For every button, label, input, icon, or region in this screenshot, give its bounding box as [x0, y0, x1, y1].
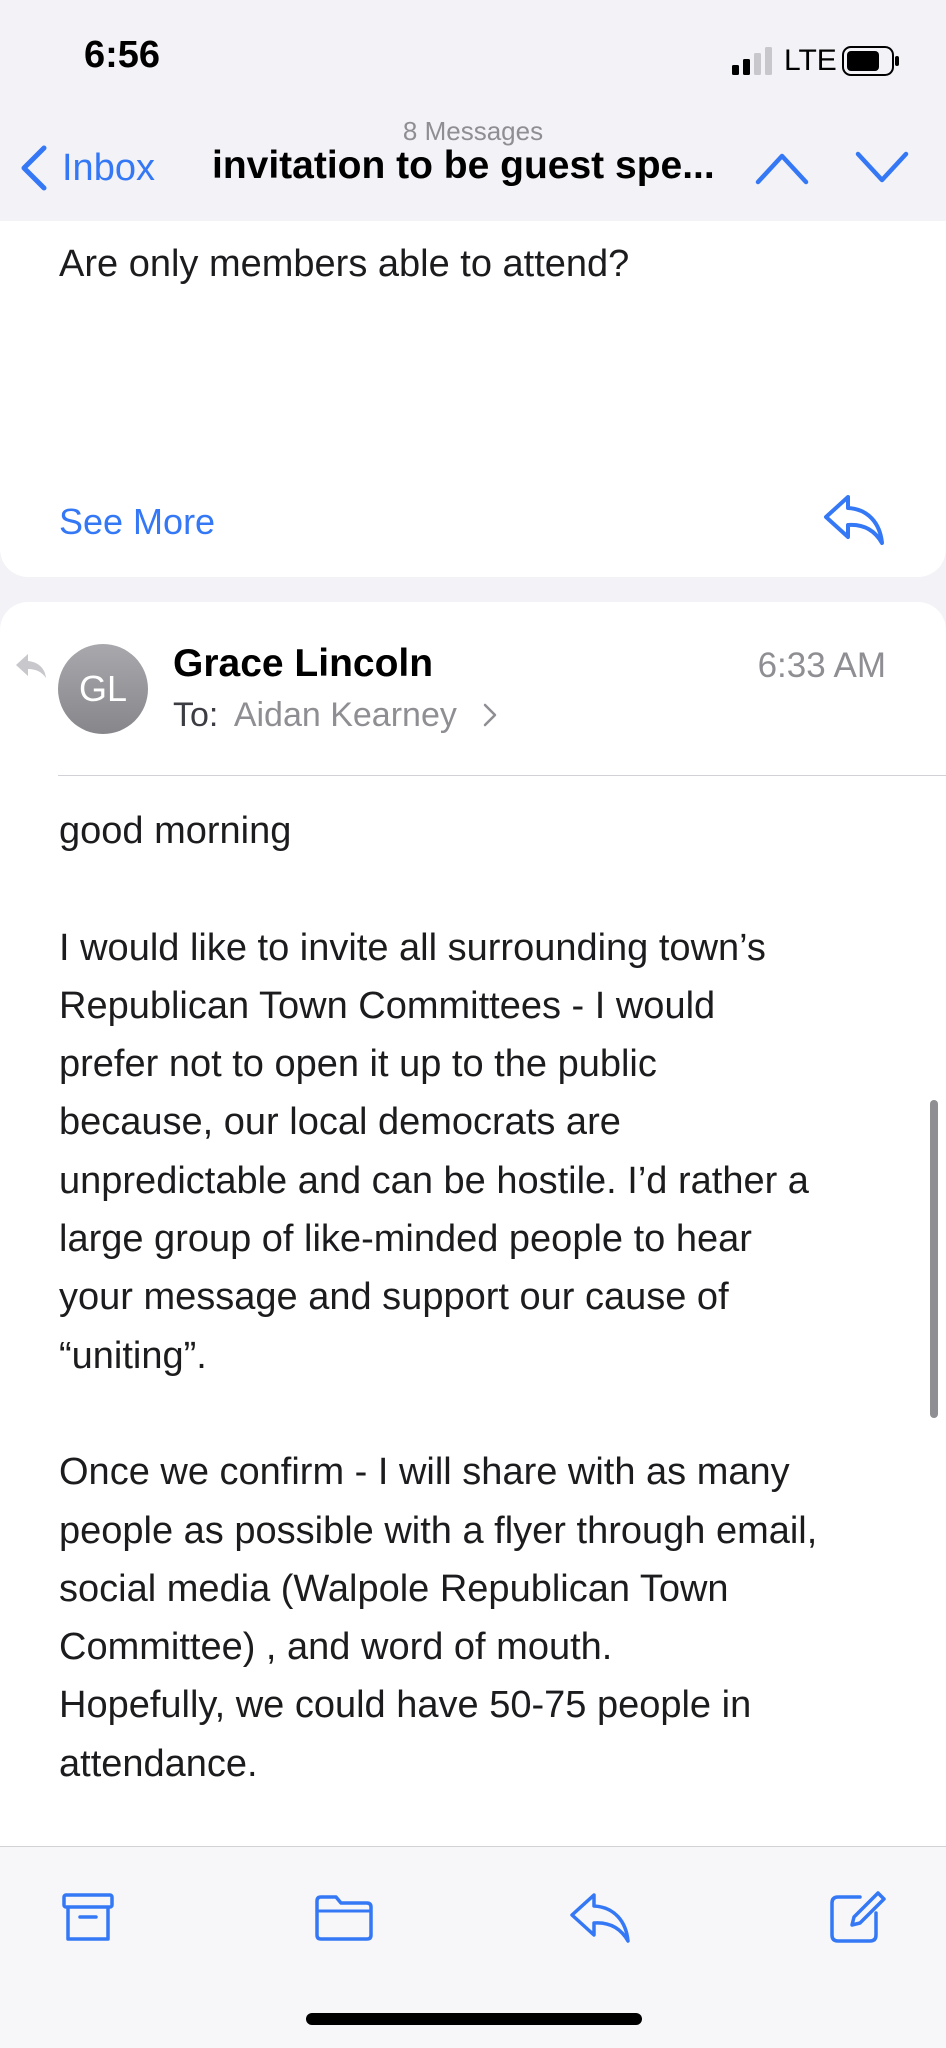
body-blank-line	[59, 860, 909, 918]
message-time: 6:33 AM	[757, 646, 886, 685]
body-line: people as possible with a flyer through …	[59, 1509, 818, 1552]
to-label: To:	[173, 696, 219, 734]
previous-message-text: Are only members able to attend?	[59, 243, 630, 285]
body-line: Hopefully, we could have 50-75 people in	[59, 1684, 752, 1727]
sender-name[interactable]: Grace Lincoln	[173, 642, 433, 686]
header-divider	[58, 775, 946, 776]
mail-screen: 6:56 LTE 8 Messages Inbox invitation to …	[0, 0, 946, 2048]
navigation-bar: 8 Messages Inbox invitation to be guest …	[0, 110, 946, 222]
body-line: large group of like-minded people to hea…	[59, 1218, 752, 1261]
chevron-up-icon[interactable]	[754, 150, 810, 186]
network-type: LTE	[784, 44, 837, 77]
status-bar: 6:56 LTE	[0, 0, 946, 120]
body-line: because, our local democrats are	[59, 1101, 621, 1144]
message-card: GL Grace Lincoln 6:33 AM To: Aidan Kearn…	[0, 602, 946, 1848]
message-body: good morning I would like to invite all s…	[59, 802, 909, 1793]
body-line: “uniting”.	[59, 1334, 207, 1377]
body-line: your message and support our cause of	[59, 1276, 729, 1319]
body-blank-line	[59, 1385, 909, 1443]
chevron-down-icon[interactable]	[854, 150, 910, 186]
back-label: Inbox	[62, 146, 155, 189]
chevron-left-icon	[21, 145, 47, 191]
back-to-inbox-button[interactable]: Inbox	[18, 144, 155, 192]
body-line: Republican Town Committees - I would	[59, 984, 716, 1027]
message-count: 8 Messages	[402, 116, 544, 146]
recipients-line[interactable]: To: Aidan Kearney	[173, 696, 498, 735]
recipient-name: Aidan Kearney	[233, 696, 457, 734]
body-line: Committee) , and word of mouth.	[59, 1626, 613, 1669]
battery-icon	[842, 46, 899, 76]
reply-arrow-icon[interactable]	[822, 491, 886, 547]
body-line: attendance.	[59, 1742, 258, 1785]
body-line: prefer not to open it up to the public	[59, 1043, 657, 1086]
archive-icon[interactable]	[56, 1885, 120, 1949]
previous-message-card: Are only members able to attend? See Mor…	[0, 221, 946, 577]
avatar[interactable]: GL	[58, 644, 148, 734]
replied-arrow-icon	[16, 654, 46, 678]
cellular-signal-icon	[732, 47, 772, 75]
bottom-toolbar	[0, 1846, 946, 2048]
status-time: 6:56	[84, 34, 161, 76]
body-line: unpredictable and can be hostile. I’d ra…	[59, 1159, 809, 1202]
folder-icon[interactable]	[312, 1885, 376, 1949]
body-line: Once we confirm - I will share with as m…	[59, 1451, 790, 1494]
chevron-right-icon	[484, 703, 497, 727]
compose-icon[interactable]	[824, 1885, 888, 1949]
reply-icon[interactable]	[568, 1885, 632, 1949]
body-line: social media (Walpole Republican Town	[59, 1567, 729, 1610]
thread-title: invitation to be guest spe...	[212, 144, 715, 187]
body-line: good morning	[59, 810, 292, 852]
see-more-link[interactable]: See More	[59, 501, 215, 543]
home-indicator[interactable]	[306, 2013, 642, 2025]
body-line: I would like to invite all surrounding t…	[59, 926, 766, 969]
scroll-indicator[interactable]	[930, 1100, 938, 1418]
